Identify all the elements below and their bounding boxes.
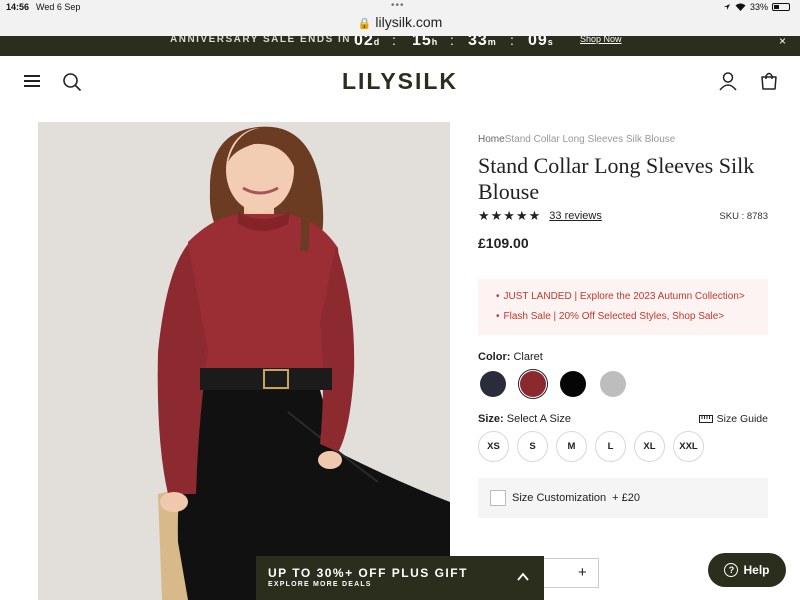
chevron-up-icon[interactable] [516,570,530,584]
help-icon: ? [724,563,739,577]
countdown-separator: : [392,36,396,48]
breadcrumb: HomeStand Collar Long Sleeves Silk Blous… [478,134,768,145]
sku-label: SKU : 8783 [719,210,768,222]
size-option-s[interactable]: S [517,431,548,462]
location-icon [723,4,730,10]
reviews-link[interactable]: 33 reviews [549,210,602,222]
countdown-days: 02d [354,36,381,49]
countdown-hours: 15h [412,36,439,49]
countdown-separator: : [450,36,454,48]
countdown-seconds: 09s [528,36,554,49]
size-label: Size: [478,413,504,425]
model-photo-illustration [38,122,450,600]
selected-color: Claret [513,351,543,363]
promo-link[interactable]: Flash Sale | 20% Off Selected Styles, Sh… [496,307,758,327]
site-logo[interactable]: LILYSILK [0,68,800,95]
battery-percent: 33% [749,2,768,12]
countdown-minutes: 33m [468,36,497,49]
size-guide-link[interactable]: Size Guide [698,413,768,425]
account-icon[interactable] [718,71,738,91]
wifi-icon [735,3,746,11]
product-details: HomeStand Collar Long Sleeves Silk Blous… [478,122,768,518]
size-option-xxl[interactable]: XXL [673,431,704,462]
ruler-icon [698,415,713,423]
status-time: 14:56 [6,2,30,12]
size-option-xl[interactable]: XL [634,431,665,462]
site-header: LILYSILK [0,56,800,108]
color-swatch-grey[interactable] [598,369,628,399]
size-row: Size: Select A Size Size Guide [478,413,768,425]
url-text: lilysilk.com [375,14,443,30]
size-value: Select A Size [506,413,571,425]
help-button[interactable]: ? Help [708,553,786,587]
sale-banner-text: ANNIVERSARY SALE ENDS IN [170,36,352,45]
size-customization-price: + £20 [612,492,640,504]
color-swatches [478,369,768,399]
size-option-xs[interactable]: XS [478,431,509,462]
size-option-m[interactable]: M [556,431,587,462]
size-customization-option[interactable]: Size Customization + £20 [478,478,768,518]
shopping-bag-icon[interactable] [759,71,779,91]
breadcrumb-home-link[interactable]: Home [478,134,505,145]
sale-countdown-banner: ANNIVERSARY SALE ENDS IN 02d : 15h : 33m… [0,36,800,56]
product-title: Stand Collar Long Sleeves Silk Blouse [478,153,755,204]
star-rating-icon: ★★★★★ [478,208,542,223]
quantity-stepper [544,558,599,588]
shop-now-link[interactable]: Shop Now [580,36,622,44]
color-swatch-navy[interactable] [478,369,508,399]
size-option-l[interactable]: L [595,431,626,462]
offer-subtitle: EXPLORE MORE DEALS [268,581,372,588]
promo-box: JUST LANDED | Explore the 2023 Autumn Co… [478,279,768,335]
close-icon[interactable]: × [779,36,786,48]
countdown-separator: : [510,36,514,48]
color-swatch-black[interactable] [558,369,588,399]
color-swatch-claret[interactable] [518,369,548,399]
rating-row: ★★★★★ 33 reviews SKU : 8783 [478,208,768,223]
size-options: XS S M L XL XXL [478,431,768,462]
size-customization-label: Size Customization [512,492,607,504]
product-price: £109.00 [478,235,529,251]
size-customization-checkbox[interactable] [490,490,506,506]
promo-link[interactable]: JUST LANDED | Explore the 2023 Autumn Co… [496,287,758,307]
product-image[interactable] [38,122,450,600]
offer-title: UP TO 30%+ OFF PLUS GIFT [268,566,468,580]
color-label: Color: Claret [478,351,543,363]
help-label: Help [743,563,770,577]
tab-overview-dots[interactable]: ••• [391,0,405,11]
offer-bar[interactable]: UP TO 30%+ OFF PLUS GIFT EXPLORE MORE DE… [256,556,544,600]
browser-status-bar: 14:56 Wed 6 Sep ••• 33% 🔒 lilysilk.com [0,0,800,36]
address-bar[interactable]: 🔒 lilysilk.com [0,14,800,30]
lock-icon: 🔒 [357,18,372,30]
quantity-increase-button[interactable]: + [578,564,587,581]
breadcrumb-current: Stand Collar Long Sleeves Silk Blouse [504,134,676,145]
battery-icon [772,3,790,11]
status-indicators: 33% [723,2,790,12]
status-date: Wed 6 Sep [36,2,81,12]
